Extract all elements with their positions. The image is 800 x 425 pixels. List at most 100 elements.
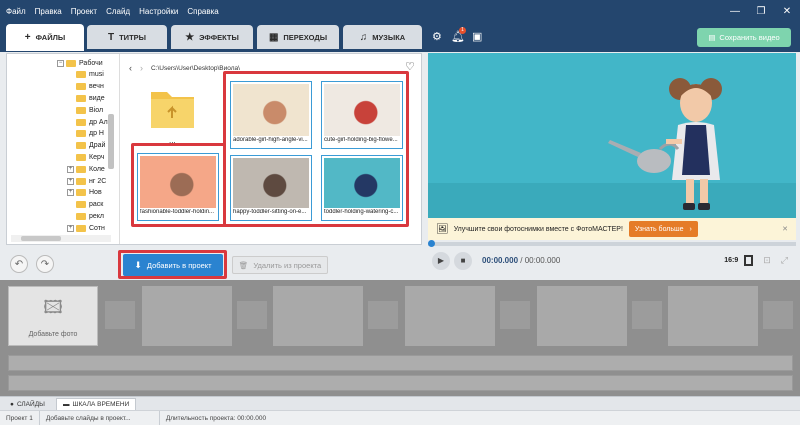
menu-edit[interactable]: Правка: [35, 7, 62, 16]
photo-editor-icon[interactable]: ▣: [472, 30, 482, 43]
transition-slot[interactable]: [763, 301, 793, 329]
tree-expander-icon[interactable]: +: [67, 189, 74, 197]
tree-expander-icon[interactable]: +: [67, 177, 74, 185]
play-icon[interactable]: ▶: [432, 251, 450, 270]
tree-item[interactable]: др Ал: [67, 116, 108, 128]
tree-item-label: др Ал: [89, 118, 108, 126]
menu-settings[interactable]: Настройки: [139, 7, 178, 16]
tree-item[interactable]: раск: [67, 199, 103, 211]
snapshot-icon[interactable]: ⊡: [763, 255, 771, 266]
gear-icon[interactable]: ⚙: [432, 30, 442, 43]
delete-from-project-button[interactable]: 🗑︎ Удалить из проекта: [232, 256, 328, 274]
close-icon[interactable]: ✕: [774, 0, 800, 22]
tree-item[interactable]: − Рабочи: [57, 57, 103, 69]
tree-item[interactable]: Керч: [67, 151, 104, 163]
transition-slot[interactable]: [105, 301, 135, 329]
file-thumbnail[interactable]: toddler-holding-watering-c...: [321, 155, 403, 221]
status-project: Проект 1: [0, 410, 40, 425]
tree-item-label: раск: [89, 201, 104, 209]
file-thumbnail[interactable]: happy-toddler-sitting-on-e...: [230, 155, 312, 221]
tab-titles[interactable]: T ТИТРЫ: [87, 25, 167, 49]
music-track[interactable]: [8, 375, 793, 391]
transition-slot[interactable]: [368, 301, 398, 329]
tree-horizontal-scroll-thumb[interactable]: [21, 236, 61, 241]
maximize-icon[interactable]: ❐: [748, 0, 774, 22]
save-video-button[interactable]: ▤ Сохранить видео: [697, 28, 791, 47]
tree-expander-icon[interactable]: +: [67, 165, 74, 173]
minimize-icon[interactable]: —: [722, 0, 748, 22]
tree-item[interactable]: виде: [67, 92, 105, 104]
menu-project[interactable]: Проект: [71, 7, 97, 16]
folder-icon: [76, 142, 86, 150]
folder-icon: [76, 71, 86, 79]
aspect-ratio-icon[interactable]: [744, 255, 754, 266]
tree-item-label: вечн: [89, 83, 104, 91]
redo-icon: ↷: [40, 258, 50, 270]
tree-scrollbar[interactable]: [108, 114, 114, 169]
fullscreen-icon[interactable]: ⤢: [781, 255, 788, 266]
redo-button[interactable]: ↷: [36, 255, 54, 273]
file-thumbnail[interactable]: cute-girl-holding-big-flowe...: [321, 81, 403, 149]
timeline-slide-slot[interactable]: [273, 286, 363, 346]
tree-item[interactable]: Віол: [67, 104, 103, 116]
text-track[interactable]: [8, 355, 793, 371]
tab-files[interactable]: + ФАЙЛЫ: [6, 24, 84, 51]
slides-icon: ●: [10, 400, 14, 408]
menu-file[interactable]: Файл: [6, 7, 26, 16]
parent-folder[interactable]: [147, 84, 199, 132]
file-image-2: [140, 156, 216, 208]
music-icon: ♫: [359, 31, 368, 43]
timeline-slide-slot[interactable]: [668, 286, 758, 346]
file-thumbnail[interactable]: fashionable-toddler-holdin...: [137, 153, 219, 221]
playback-progress-knob[interactable]: [428, 240, 435, 247]
file-caption: adorable-girl-high-angle-vi...: [233, 137, 308, 143]
aspect-ratio-label[interactable]: 16:9: [724, 257, 738, 264]
add-to-project-button[interactable]: ⬇ Добавить в проект: [123, 254, 223, 276]
tree-item[interactable]: + Сотн: [67, 222, 105, 234]
folder-icon: [76, 83, 86, 91]
menu-slide[interactable]: Слайд: [106, 7, 130, 16]
tab-effects-label: ЭФФЕКТЫ: [199, 32, 239, 42]
tree-item[interactable]: вечн: [67, 81, 104, 93]
add-photo-slot[interactable]: 🖾︎ Добавьте фото: [8, 286, 98, 346]
promo-close-icon[interactable]: ✕: [782, 225, 788, 233]
transition-slot[interactable]: [632, 301, 662, 329]
tree-item-label: Нов: [89, 189, 102, 197]
playback-progress[interactable]: [428, 242, 796, 246]
tree-item-label: виде: [89, 94, 105, 102]
tree-item[interactable]: Драй: [67, 140, 105, 152]
tree-expander-icon[interactable]: −: [57, 59, 64, 67]
tree-item[interactable]: musi: [67, 69, 104, 81]
learn-more-button[interactable]: Узнать больше ›: [628, 221, 698, 237]
file-caption: toddler-holding-watering-c...: [324, 209, 399, 215]
tab-timeline[interactable]: ▬ ШКАЛА ВРЕМЕНИ: [56, 398, 137, 410]
timeline-slide-slot[interactable]: [142, 286, 232, 346]
tab-music[interactable]: ♫ МУЗЫКА: [343, 25, 422, 49]
tree-expander-icon[interactable]: +: [67, 224, 74, 232]
status-bar: Проект 1 Добавьте слайды в проект... Дли…: [0, 410, 800, 425]
tree-item[interactable]: + Коле: [67, 163, 105, 175]
tree-item[interactable]: + нг 2С: [67, 175, 106, 187]
back-arrow-icon[interactable]: ‹: [129, 63, 132, 73]
tab-effects[interactable]: ★ ЭФФЕКТЫ: [171, 25, 253, 49]
tree-item[interactable]: др Н: [67, 128, 104, 140]
save-video-label: Сохранить видео: [719, 33, 780, 42]
timeline-slide-slot[interactable]: [405, 286, 495, 346]
transition-slot[interactable]: [237, 301, 267, 329]
tree-item-label: нг 2С: [89, 177, 107, 185]
timeline-slide-slot[interactable]: [537, 286, 627, 346]
current-time: 00:00.000: [482, 256, 519, 265]
tree-item[interactable]: + Нов: [67, 187, 102, 199]
tree-item[interactable]: рекл: [67, 210, 104, 222]
forward-arrow-icon[interactable]: ›: [140, 63, 143, 73]
heart-icon[interactable]: ♡: [405, 60, 415, 73]
tree-item-label: Коле: [89, 165, 105, 173]
transition-slot[interactable]: [500, 301, 530, 329]
menu-help[interactable]: Справка: [187, 7, 218, 16]
chevron-right-icon: ›: [689, 225, 692, 233]
stop-icon[interactable]: ■: [454, 251, 472, 270]
file-thumbnail[interactable]: adorable-girl-high-angle-vi...: [230, 81, 312, 149]
tab-slides[interactable]: ● СЛАЙДЫ: [4, 398, 51, 410]
undo-button[interactable]: ↶: [10, 255, 28, 273]
tab-transitions[interactable]: ▦ ПЕРЕХОДЫ: [257, 25, 339, 49]
